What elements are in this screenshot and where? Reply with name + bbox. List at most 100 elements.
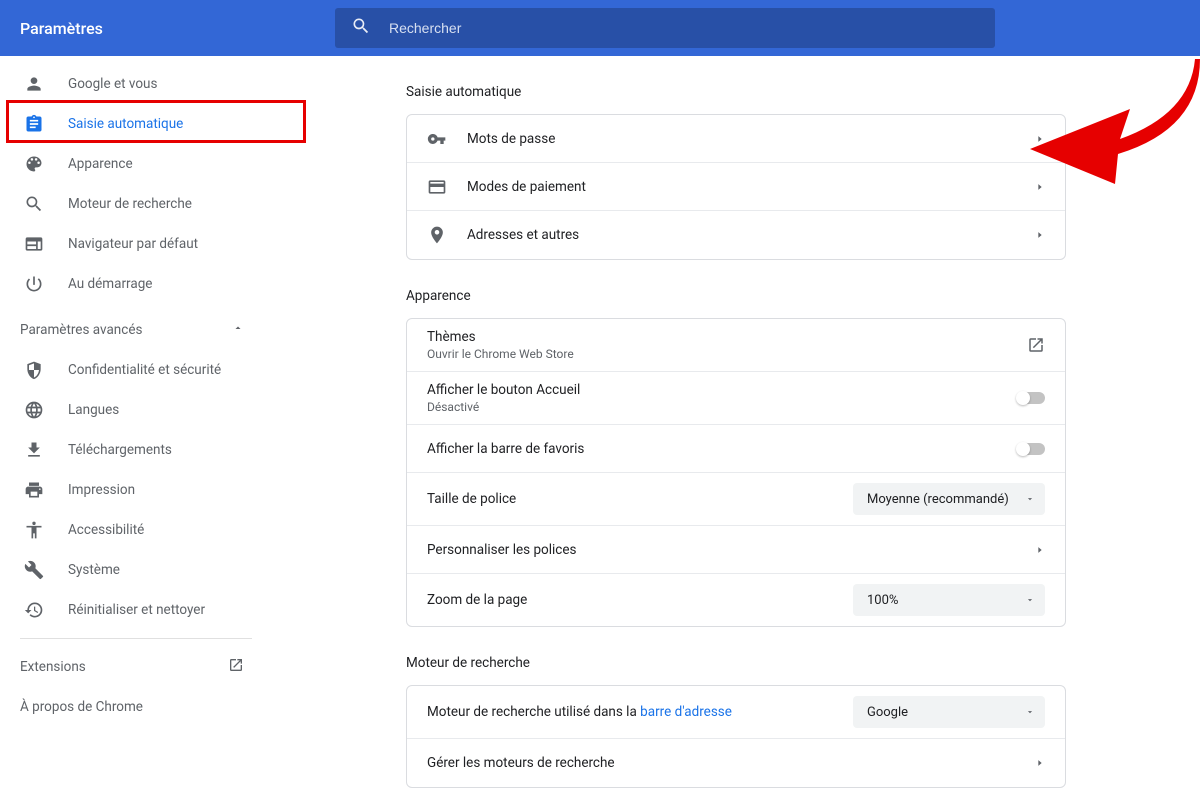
section-title-autofill: Saisie automatique [406, 84, 1066, 100]
sidebar-item-search-engine[interactable]: Moteur de recherche [0, 184, 272, 224]
row-sublabel: Désactivé [427, 400, 1017, 414]
row-label: Mots de passe [467, 131, 1035, 147]
sidebar-item-label: Réinitialiser et nettoyer [68, 602, 205, 618]
row-customize-fonts[interactable]: Personnaliser les polices [407, 526, 1065, 574]
select-value: 100% [867, 593, 898, 608]
row-label: Adresses et autres [467, 227, 1035, 243]
row-label: Thèmes [427, 329, 1027, 345]
sidebar-item-privacy[interactable]: Confidentialité et sécurité [0, 350, 272, 390]
row-label: Afficher le bouton Accueil [427, 382, 1017, 398]
print-icon [24, 480, 44, 500]
page-title: Paramètres [20, 19, 335, 38]
row-themes[interactable]: Thèmes Ouvrir le Chrome Web Store [407, 319, 1065, 372]
row-manage-search-engines[interactable]: Gérer les moteurs de recherche [407, 739, 1065, 787]
sidebar-item-extensions[interactable]: Extensions [0, 647, 272, 687]
app-header: Paramètres [0, 0, 1200, 56]
power-icon [24, 274, 44, 294]
restore-icon [24, 600, 44, 620]
chevron-right-icon [1035, 134, 1045, 144]
row-label: Moteur de recherche utilisé dans la barr… [427, 704, 853, 720]
sidebar-item-label: Moteur de recherche [68, 196, 192, 212]
toggle-bookmarks-bar[interactable] [1017, 443, 1045, 455]
open-external-icon [1027, 336, 1045, 354]
sidebar-item-autofill[interactable]: Saisie automatique [0, 104, 272, 144]
row-addresses[interactable]: Adresses et autres [407, 211, 1065, 259]
sidebar-item-label: Saisie automatique [68, 116, 183, 132]
row-label: Zoom de la page [427, 592, 853, 608]
section-title-search-engine: Moteur de recherche [406, 655, 1066, 671]
select-font-size[interactable]: Moyenne (recommandé) [853, 483, 1045, 515]
sidebar-item-printing[interactable]: Impression [0, 470, 272, 510]
location-icon [427, 225, 447, 245]
sidebar-item-label: Impression [68, 482, 135, 498]
select-page-zoom[interactable]: 100% [853, 584, 1045, 616]
row-label: Taille de police [427, 491, 853, 507]
search-input[interactable] [389, 20, 979, 36]
sidebar-item-reset[interactable]: Réinitialiser et nettoyer [0, 590, 272, 630]
sidebar-item-label: Système [68, 562, 120, 578]
row-payment-methods[interactable]: Modes de paiement [407, 163, 1065, 211]
sidebar-item-google-and-you[interactable]: Google et vous [0, 64, 272, 104]
address-bar-link[interactable]: barre d'adresse [640, 704, 732, 720]
sidebar-advanced-toggle[interactable]: Paramètres avancés [0, 310, 272, 350]
web-icon [24, 234, 44, 254]
sidebar-item-label: Confidentialité et sécurité [68, 362, 221, 378]
download-icon [24, 440, 44, 460]
sidebar: Google et vous Saisie automatique Appare… [0, 56, 272, 794]
chevron-down-icon [1025, 595, 1035, 605]
sidebar-divider [20, 638, 252, 639]
autofill-card: Mots de passe Modes de paiement Adresses… [406, 114, 1066, 260]
chevron-down-icon [1025, 707, 1035, 717]
search-engine-card: Moteur de recherche utilisé dans la barr… [406, 685, 1066, 788]
chevron-up-icon [232, 322, 244, 338]
shield-icon [24, 360, 44, 380]
section-title-appearance: Apparence [406, 288, 1066, 304]
accessibility-icon [24, 520, 44, 540]
sidebar-item-system[interactable]: Système [0, 550, 272, 590]
sidebar-item-on-startup[interactable]: Au démarrage [0, 264, 272, 304]
row-sublabel: Ouvrir le Chrome Web Store [427, 347, 1027, 361]
row-bookmarks-bar[interactable]: Afficher la barre de favoris [407, 425, 1065, 473]
sidebar-item-accessibility[interactable]: Accessibilité [0, 510, 272, 550]
sidebar-item-label: Navigateur par défaut [68, 236, 198, 252]
search-box[interactable] [335, 8, 995, 48]
row-label: Personnaliser les polices [427, 542, 1035, 558]
sidebar-item-default-browser[interactable]: Navigateur par défaut [0, 224, 272, 264]
sidebar-item-label: Google et vous [68, 76, 157, 92]
sidebar-item-label: Langues [68, 402, 119, 418]
row-passwords[interactable]: Mots de passe [407, 115, 1065, 163]
main-content: Saisie automatique Mots de passe Modes d… [272, 56, 1200, 794]
toggle-home-button[interactable] [1017, 392, 1045, 404]
sidebar-item-label: Au démarrage [68, 276, 152, 292]
sidebar-item-label: Téléchargements [68, 442, 172, 458]
credit-card-icon [427, 177, 447, 197]
row-label: Afficher la barre de favoris [427, 441, 1017, 457]
sidebar-item-label: Extensions [20, 659, 86, 675]
chevron-right-icon [1035, 545, 1045, 555]
row-search-engine-used: Moteur de recherche utilisé dans la barr… [407, 686, 1065, 739]
select-search-engine[interactable]: Google [853, 696, 1045, 728]
select-value: Moyenne (recommandé) [867, 492, 1009, 507]
assignment-icon [24, 114, 44, 134]
appearance-card: Thèmes Ouvrir le Chrome Web Store Affich… [406, 318, 1066, 627]
row-label: Modes de paiement [467, 179, 1035, 195]
wrench-icon [24, 560, 44, 580]
open-external-icon [228, 657, 244, 677]
search-icon [351, 16, 389, 40]
person-icon [24, 74, 44, 94]
sidebar-item-downloads[interactable]: Téléchargements [0, 430, 272, 470]
row-page-zoom: Zoom de la page 100% [407, 574, 1065, 626]
sidebar-item-about[interactable]: À propos de Chrome [0, 687, 272, 727]
select-value: Google [867, 705, 908, 720]
sidebar-item-label: Apparence [68, 156, 133, 172]
row-label: Gérer les moteurs de recherche [427, 755, 1035, 771]
sidebar-item-languages[interactable]: Langues [0, 390, 272, 430]
chevron-right-icon [1035, 230, 1045, 240]
sidebar-item-label: Accessibilité [68, 522, 144, 538]
row-home-button[interactable]: Afficher le bouton Accueil Désactivé [407, 372, 1065, 425]
search-icon [24, 194, 44, 214]
sidebar-advanced-label: Paramètres avancés [20, 322, 142, 338]
palette-icon [24, 154, 44, 174]
sidebar-item-appearance[interactable]: Apparence [0, 144, 272, 184]
sidebar-item-label: À propos de Chrome [20, 699, 143, 715]
